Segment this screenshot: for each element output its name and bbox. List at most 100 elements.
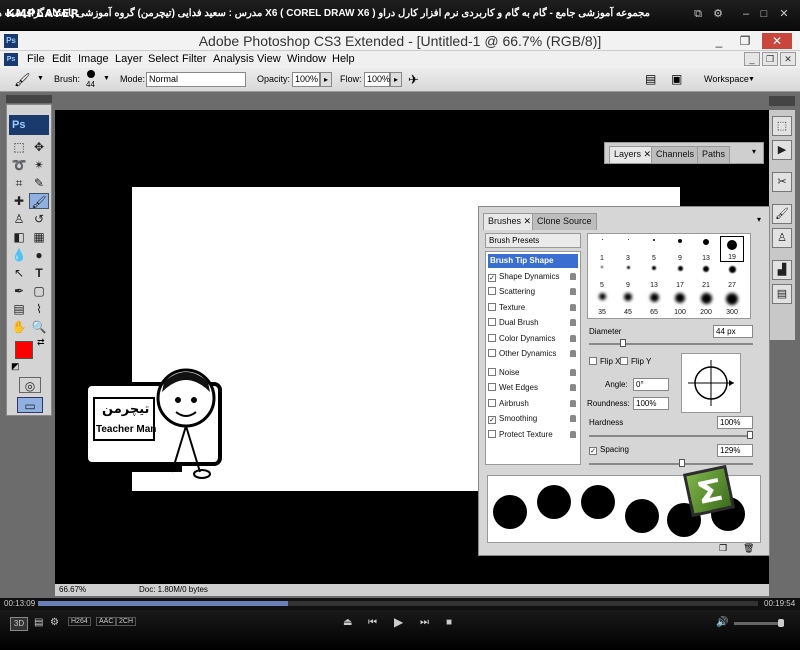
slice-tool-icon[interactable]: ✎ — [29, 175, 49, 191]
mode-select[interactable]: Normal — [146, 72, 246, 87]
brush-option[interactable]: Scattering — [488, 285, 578, 299]
brush-option[interactable]: Color Dynamics — [488, 332, 578, 346]
brush-tip[interactable]: 35 — [590, 290, 614, 316]
option-checkbox[interactable] — [488, 302, 496, 311]
gradient-tool-icon[interactable]: ▦ — [29, 229, 49, 245]
lock-icon[interactable] — [570, 272, 576, 280]
angle-field[interactable]: 0° — [633, 378, 669, 391]
new-brush-icon[interactable]: ❐ — [719, 543, 727, 554]
doc-close-button[interactable]: ✕ — [780, 52, 796, 66]
menu-file[interactable]: File — [27, 53, 45, 65]
settings-icon[interactable]: ⚙ — [50, 617, 59, 628]
brush-tip[interactable]: 100 — [668, 290, 692, 316]
brush-tip[interactable]: 1 — [590, 236, 614, 262]
menu-layer[interactable]: Layer — [115, 53, 143, 65]
brush-option[interactable]: ✓ Smoothing — [488, 412, 578, 426]
airbrush-icon[interactable]: ✈ — [408, 72, 419, 88]
option-checkbox[interactable] — [488, 383, 496, 391]
path-select-tool-icon[interactable]: ↖ — [9, 265, 29, 281]
brush-tip[interactable]: 300 — [720, 290, 744, 316]
lock-icon[interactable] — [570, 350, 576, 357]
option-checkbox[interactable] — [488, 349, 496, 357]
type-tool-icon[interactable]: T — [29, 265, 49, 281]
play-icon[interactable]: ▶ — [394, 615, 403, 629]
workspace-icon[interactable]: ▣ — [671, 72, 682, 86]
lock-icon[interactable] — [570, 319, 576, 326]
hardness-slider[interactable] — [589, 435, 753, 437]
volume-thumb[interactable] — [778, 619, 784, 627]
brush-tip[interactable]: 13 — [642, 263, 666, 289]
eraser-tool-icon[interactable]: ◧ — [9, 229, 29, 245]
info-icon[interactable]: ▤ — [772, 284, 792, 304]
dodge-tool-icon[interactable]: ● — [29, 247, 49, 263]
stop-icon[interactable]: ■ — [446, 617, 452, 628]
brush-option[interactable]: ✓ Shape Dynamics — [488, 270, 578, 284]
lock-icon[interactable] — [570, 384, 576, 391]
lock-icon[interactable] — [570, 415, 576, 422]
brush-option[interactable]: Other Dynamics — [488, 347, 578, 361]
brush-tip[interactable]: 13 — [694, 236, 718, 262]
menu-edit[interactable]: Edit — [52, 53, 71, 65]
brush-tip[interactable]: 45 — [616, 290, 640, 316]
volume-icon[interactable]: 🔊 — [716, 617, 728, 628]
spacing-slider-thumb[interactable] — [679, 459, 685, 467]
playlist-icon[interactable]: ▤ — [34, 617, 43, 628]
lock-icon[interactable] — [570, 399, 576, 407]
flip-x-checkbox[interactable]: Flip X — [589, 357, 620, 366]
brush-tip[interactable]: 17 — [668, 263, 692, 289]
default-colors-icon[interactable]: ◩ — [11, 361, 20, 372]
option-checkbox[interactable]: ✓ — [488, 273, 496, 282]
doc-restore-button[interactable]: ❐ — [762, 52, 778, 66]
zoom-tool-icon[interactable]: 🔍 — [29, 319, 49, 335]
histogram-icon[interactable]: ▟ — [772, 260, 792, 280]
quick-mask-icon[interactable]: ◎ — [19, 377, 41, 393]
tool-presets-icon[interactable]: ✂ — [772, 172, 792, 192]
toolbox-grip[interactable] — [6, 95, 52, 103]
brush-tip[interactable]: 9 — [616, 263, 640, 289]
brush-tip[interactable]: 65 — [642, 290, 666, 316]
opacity-slider-button[interactable]: ▸ — [320, 72, 332, 87]
tab-paths[interactable]: Paths — [697, 146, 731, 163]
pen-tool-icon[interactable]: ✒ — [9, 283, 29, 299]
menu-filter[interactable]: Filter — [182, 53, 206, 65]
panel-menu-icon[interactable]: ▾ — [752, 147, 756, 156]
option-checkbox[interactable]: ✓ — [488, 416, 496, 424]
stamp-tool-icon[interactable]: ♙ — [9, 211, 29, 227]
tab-layers[interactable]: Layers ✕ — [609, 146, 657, 163]
spacing-field[interactable]: 129% — [717, 444, 753, 457]
notes-tool-icon[interactable]: ▤ — [9, 301, 29, 317]
hand-tool-icon[interactable]: ✋ — [9, 319, 29, 335]
flow-slider-button[interactable]: ▸ — [390, 72, 402, 87]
tab-brushes[interactable]: Brushes ✕ — [483, 213, 537, 230]
brush-tool-icon[interactable]: 🖌 — [14, 72, 31, 88]
blur-tool-icon[interactable]: 💧 — [9, 247, 29, 263]
angle-roundness-widget[interactable] — [681, 353, 741, 413]
chevron-down-icon[interactable]: ▼ — [37, 75, 44, 82]
option-checkbox[interactable] — [488, 333, 496, 342]
roundness-field[interactable]: 100% — [633, 397, 669, 410]
hardness-field[interactable]: 100% — [717, 416, 753, 429]
brush-tip[interactable]: 21 — [694, 263, 718, 289]
diameter-slider-thumb[interactable] — [620, 339, 626, 347]
lasso-tool-icon[interactable]: ➰ — [9, 157, 29, 173]
palette-well-icon[interactable]: ▤ — [645, 72, 656, 86]
brush-tip[interactable]: 3 — [616, 236, 640, 262]
brush-option[interactable]: Protect Texture — [488, 428, 578, 442]
option-checkbox[interactable] — [488, 367, 496, 376]
clone-source-icon[interactable]: ♙ — [772, 228, 792, 248]
brush-tool-icon[interactable]: 🖌 — [29, 193, 49, 209]
restore-button[interactable]: ❐ — [734, 33, 756, 49]
close-icon[interactable]: ✕ — [776, 6, 792, 22]
lock-icon[interactable] — [570, 334, 576, 342]
brush-option[interactable]: Airbrush — [488, 397, 578, 411]
option-checkbox[interactable] — [488, 429, 496, 438]
crop-tool-icon[interactable]: ⌗ — [9, 175, 29, 191]
flow-field[interactable]: 100% — [364, 72, 390, 87]
brushes-panel-menu-icon[interactable]: ▾ — [757, 215, 761, 224]
tab-channels[interactable]: Channels — [651, 146, 700, 163]
brush-tip[interactable]: 5 — [590, 263, 614, 289]
foreground-color-swatch[interactable] — [15, 341, 33, 359]
trash-icon[interactable]: 🗑 — [743, 543, 754, 554]
eyedropper-tool-icon[interactable]: ⌇ — [29, 301, 49, 317]
option-checkbox[interactable] — [488, 287, 496, 295]
